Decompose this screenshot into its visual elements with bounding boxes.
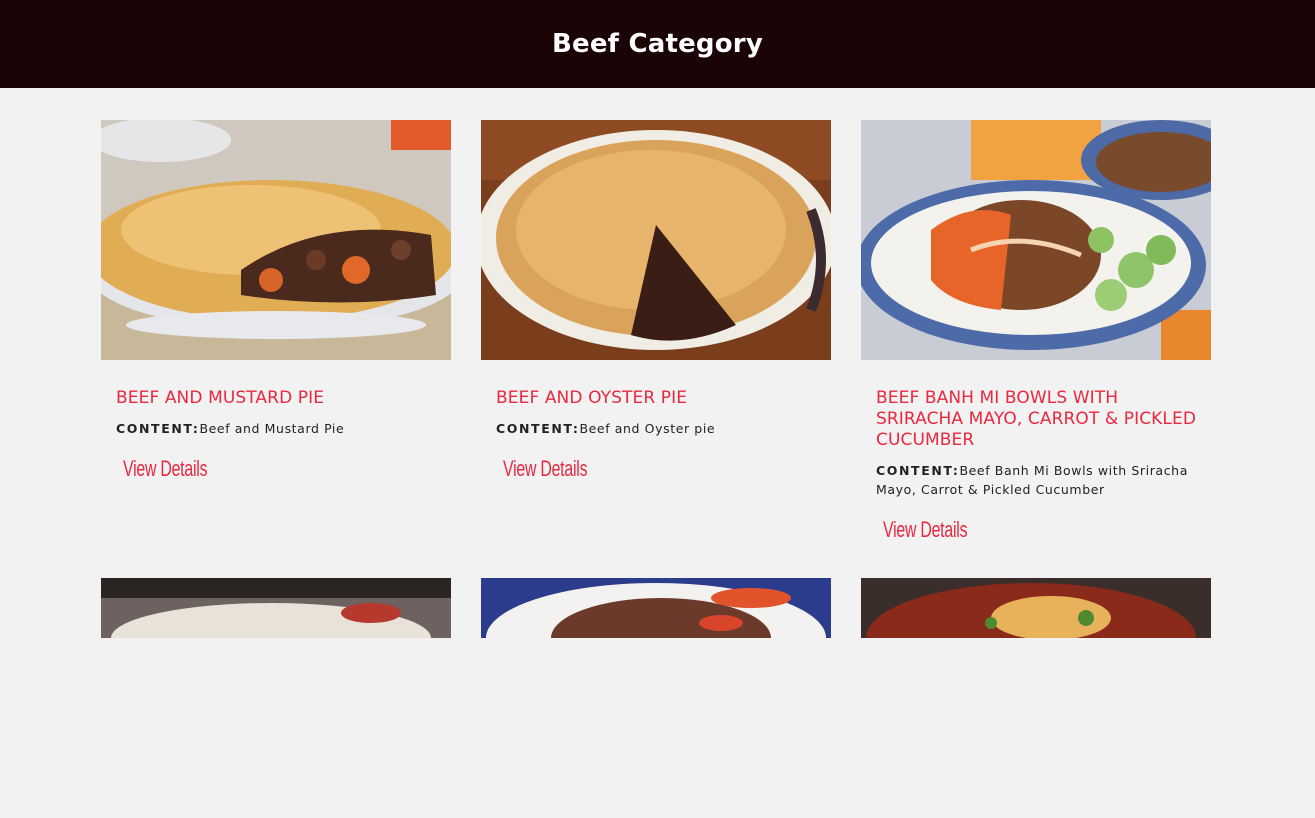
recipe-card: Beef Banh Mi Bowls with Sriracha Mayo, C… bbox=[861, 120, 1211, 543]
page-header: Beef Category bbox=[0, 0, 1315, 88]
recipe-content: CONTENT:Beef and Oyster pie bbox=[496, 419, 816, 438]
recipe-content: CONTENT:Beef Banh Mi Bowls with Sriracha… bbox=[876, 461, 1196, 499]
recipe-image[interactable] bbox=[101, 578, 451, 818]
recipe-image[interactable] bbox=[481, 578, 831, 818]
recipe-title: Beef and Oyster pie bbox=[496, 388, 688, 408]
recipe-card: Beef and Oyster pie CONTENT:Beef and Oys… bbox=[481, 120, 831, 482]
recipe-image-beef-oyster-pie[interactable] bbox=[481, 120, 831, 360]
recipe-image[interactable] bbox=[861, 578, 1211, 818]
page-title: Beef Category bbox=[552, 29, 763, 59]
recipe-image-beef-banh-mi-bowls[interactable] bbox=[861, 120, 1211, 360]
content-label: CONTENT: bbox=[496, 421, 580, 436]
recipe-content: CONTENT:Beef and Mustard Pie bbox=[116, 419, 436, 438]
recipe-card bbox=[861, 578, 1211, 818]
view-details-link[interactable]: View Details bbox=[883, 517, 967, 543]
content-label: CONTENT: bbox=[876, 463, 960, 478]
view-details-link[interactable]: View Details bbox=[503, 456, 587, 482]
recipe-card bbox=[481, 578, 831, 818]
recipe-title: Beef Banh Mi Bowls with Sriracha Mayo, C… bbox=[876, 388, 1197, 450]
view-details-link[interactable]: View Details bbox=[123, 456, 207, 482]
recipe-title: Beef and Mustard Pie bbox=[116, 388, 325, 408]
content-text: Beef and Oyster pie bbox=[579, 421, 716, 436]
recipe-card: Beef and Mustard Pie CONTENT:Beef and Mu… bbox=[101, 120, 451, 482]
content-label: CONTENT: bbox=[116, 421, 200, 436]
content-text: Beef and Mustard Pie bbox=[199, 421, 345, 436]
recipe-card bbox=[101, 578, 451, 818]
recipe-image-beef-mustard-pie[interactable] bbox=[101, 120, 451, 360]
